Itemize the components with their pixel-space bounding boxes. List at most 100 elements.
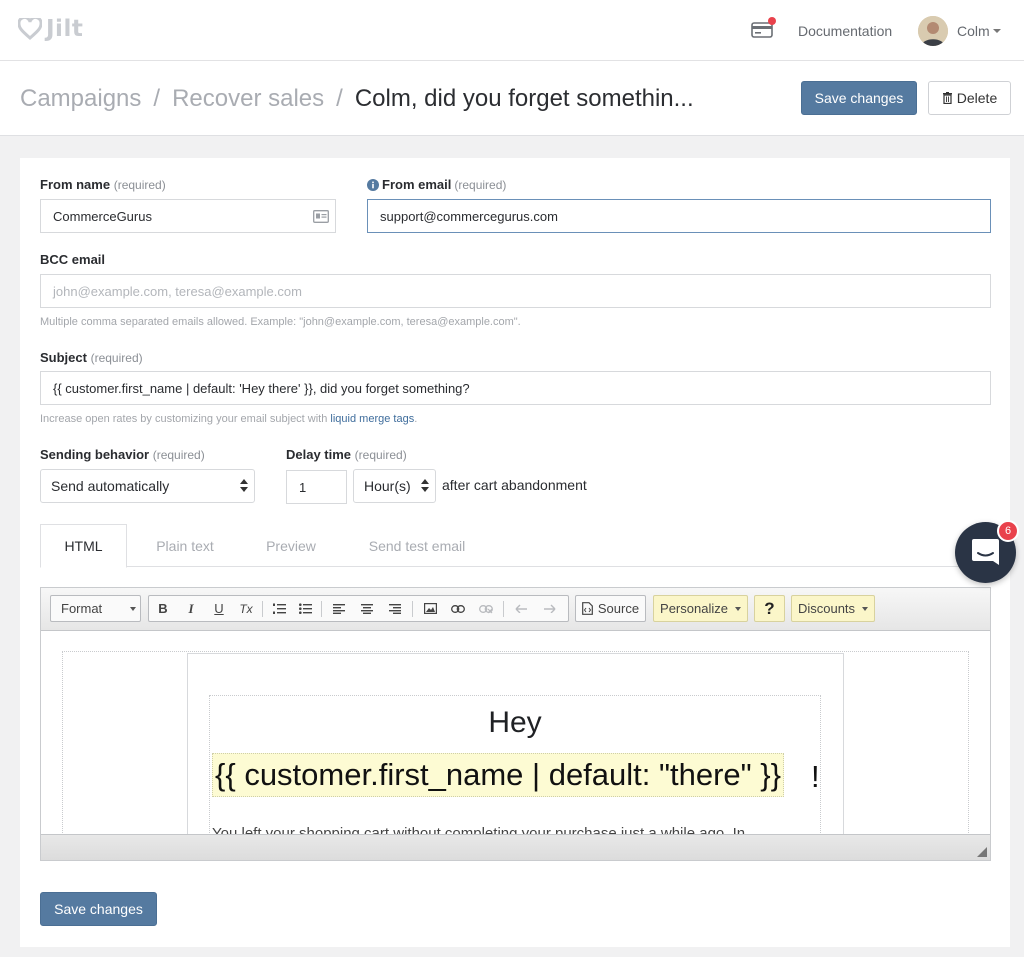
contact-card-icon[interactable]	[313, 210, 329, 223]
align-left-icon	[333, 603, 345, 614]
chevron-down-icon[interactable]	[993, 29, 1001, 33]
from-email-label: From email (required)	[367, 177, 506, 192]
from-email-input[interactable]: support@commercegurus.com	[367, 199, 991, 233]
breadcrumb-separator: /	[336, 85, 343, 112]
undo-button[interactable]	[507, 596, 535, 621]
select-arrows-icon	[240, 479, 248, 493]
sending-behavior-label-text: Sending behavior	[40, 447, 150, 462]
link-icon	[451, 604, 465, 613]
trash-icon	[942, 92, 952, 104]
numbered-list-icon	[272, 603, 286, 614]
subject-help-text: Increase open rates by customizing your …	[40, 413, 417, 425]
page-header: Campaigns / Recover sales / Colm, did yo…	[0, 61, 1024, 136]
subject-input[interactable]: {{ customer.first_name | default: 'Hey t…	[40, 371, 991, 405]
bcc-email-placeholder: john@example.com, teresa@example.com	[53, 283, 302, 299]
editor-toolbar: Format B I U Tx Source Personalize ? Dis…	[41, 588, 990, 631]
align-right-button[interactable]	[381, 596, 409, 621]
discounts-inner: Discounts	[792, 596, 874, 621]
source-button[interactable]: Source	[575, 595, 646, 622]
notification-dot	[768, 17, 776, 25]
breadcrumb-recover-sales[interactable]: Recover sales	[172, 85, 324, 113]
bcc-email-input[interactable]: john@example.com, teresa@example.com	[40, 274, 991, 308]
format-dropdown[interactable]: Format	[50, 595, 141, 622]
save-changes-button[interactable]: Save changes	[801, 81, 917, 115]
delay-unit-value: Hour(s)	[364, 478, 411, 494]
delete-label: Delete	[956, 90, 998, 106]
user-avatar[interactable]	[918, 16, 948, 46]
insert-image-button[interactable]	[416, 596, 444, 621]
sending-behavior-value: Send automatically	[51, 478, 170, 494]
subject-value: {{ customer.first_name | default: 'Hey t…	[53, 380, 470, 396]
redo-button[interactable]	[535, 596, 563, 621]
undo-icon	[515, 604, 527, 613]
align-left-button[interactable]	[325, 596, 353, 621]
bold-button[interactable]: B	[149, 596, 177, 621]
tab-html[interactable]: HTML	[40, 524, 127, 568]
logo-text: Jilt	[46, 16, 84, 42]
delete-button[interactable]: Delete	[928, 81, 1011, 115]
toolbar-divider	[321, 600, 322, 617]
delay-time-label: Delay time (required)	[286, 447, 407, 462]
top-nav: Jilt Documentation Colm	[0, 0, 1024, 61]
sending-behavior-select[interactable]: Send automatically	[40, 469, 255, 503]
email-content-area[interactable]: Hey {{ customer.first_name | default: "t…	[41, 631, 990, 834]
greeting-punctuation: !	[811, 759, 820, 794]
resize-handle-icon[interactable]	[977, 847, 987, 857]
subject-help-suffix: .	[414, 413, 418, 425]
email-greeting[interactable]: Hey	[209, 706, 821, 740]
from-name-value: CommerceGurus	[53, 208, 152, 224]
breadcrumb-campaigns[interactable]: Campaigns	[20, 85, 141, 113]
tab-plain-text[interactable]: Plain text	[140, 524, 230, 567]
italic-button[interactable]: I	[177, 596, 205, 621]
required-hint: (required)	[113, 178, 166, 192]
bcc-email-label-text: BCC email	[40, 252, 106, 267]
unlink-button[interactable]	[472, 596, 500, 621]
first-name-merge-tag[interactable]: {{ customer.first_name | default: "there…	[212, 753, 784, 797]
from-email-value: support@commercegurus.com	[380, 208, 558, 224]
insert-link-button[interactable]	[444, 596, 472, 621]
source-code-icon	[581, 602, 593, 615]
required-hint: (required)	[152, 448, 205, 462]
delay-unit-select[interactable]: Hour(s)	[353, 469, 436, 503]
chat-unread-badge: 6	[997, 520, 1019, 542]
editor-tabs: HTML Plain text Preview Send test email	[40, 524, 990, 568]
avatar-image	[918, 16, 948, 46]
help-label: ?	[764, 598, 775, 618]
subject-help-prefix: Increase open rates by customizing your …	[40, 413, 328, 425]
unlink-icon	[479, 604, 493, 613]
align-center-button[interactable]	[353, 596, 381, 621]
select-arrows-icon	[421, 479, 429, 493]
chevron-down-icon	[130, 606, 137, 611]
discounts-dropdown[interactable]: Discounts	[791, 595, 875, 622]
liquid-merge-tags-link[interactable]: liquid merge tags	[330, 413, 414, 425]
subject-label-text: Subject	[40, 350, 87, 365]
personalize-dropdown[interactable]: Personalize	[653, 595, 748, 622]
user-name[interactable]: Colm	[957, 23, 990, 39]
format-dropdown-inner: Format	[51, 596, 140, 621]
required-hint: (required)	[454, 177, 507, 192]
from-name-input[interactable]: CommerceGurus	[40, 199, 336, 233]
page-title: Colm, did you forget somethin...	[354, 85, 694, 112]
email-body-text[interactable]: You left your shopping cart without comp…	[212, 825, 745, 834]
clear-format-button[interactable]: Tx	[233, 596, 259, 621]
numbered-list-button[interactable]	[266, 596, 292, 621]
chevron-down-icon	[734, 606, 741, 611]
tab-preview[interactable]: Preview	[250, 524, 332, 567]
chat-bubble-icon	[972, 539, 999, 565]
documentation-link[interactable]: Documentation	[798, 23, 892, 39]
discounts-label: Discounts	[797, 601, 856, 616]
save-changes-bottom-button[interactable]: Save changes	[40, 892, 157, 926]
tab-send-test-email[interactable]: Send test email	[352, 524, 482, 567]
merge-tag-help-button[interactable]: ?	[754, 595, 785, 622]
delay-time-input[interactable]: 1	[286, 470, 347, 504]
info-icon[interactable]	[367, 178, 379, 191]
image-icon	[423, 603, 437, 614]
personalize-label: Personalize	[660, 601, 728, 616]
required-hint: (required)	[90, 351, 143, 365]
underline-button[interactable]: U	[205, 596, 233, 621]
campaign-email-form: From name (required) CommerceGurus From …	[20, 158, 1010, 947]
toolbar-divider	[503, 600, 504, 617]
bullet-list-button[interactable]	[292, 596, 318, 621]
jilt-logo[interactable]: Jilt	[18, 16, 83, 42]
personalize-inner: Personalize	[654, 596, 747, 621]
